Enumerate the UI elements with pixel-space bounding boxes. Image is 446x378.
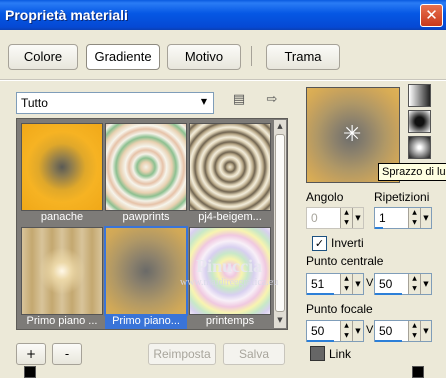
category-dropdown[interactable]: Tutto ▼: [16, 92, 214, 114]
spin-bar: [375, 293, 402, 295]
sunburst-style-icon[interactable]: [408, 136, 431, 159]
focal-h-value: 50: [311, 324, 325, 338]
center-v-spinner[interactable]: 50 ▲ ▼ ▼: [374, 273, 432, 295]
gradient-swatch: [21, 227, 103, 315]
dropdown-icon[interactable]: ▼: [420, 274, 431, 294]
link-label: Link: [329, 347, 352, 361]
checkmark-icon: ✓: [314, 237, 325, 250]
center-crosshair-icon[interactable]: ✳: [343, 122, 361, 147]
tab-motivo[interactable]: Motivo: [167, 44, 241, 70]
gallery-item-label: Primo piano...: [105, 315, 187, 329]
center-h-spinner[interactable]: 51 ▲ ▼ ▼: [306, 273, 364, 295]
stepper-icon[interactable]: ▲ ▼: [408, 274, 420, 294]
corner-icon: [24, 366, 36, 378]
rectangular-style-icon[interactable]: [408, 110, 431, 133]
focal-point-label: Punto focale: [306, 302, 373, 316]
watermark-title: Pinuccia: [196, 256, 263, 276]
tab-trama[interactable]: Trama: [266, 44, 340, 70]
repeats-label: Ripetizioni: [374, 190, 430, 204]
gradient-swatch: [21, 123, 103, 211]
gallery-item-label: pawprints: [122, 211, 170, 223]
focal-h-spinner[interactable]: 50 ▲ ▼ ▼: [306, 320, 364, 342]
invert-checkbox[interactable]: ✓: [312, 236, 327, 251]
dropdown-icon[interactable]: ▼: [352, 208, 363, 228]
save-button[interactable]: Salva: [223, 343, 285, 365]
add-button[interactable]: +: [16, 343, 46, 365]
tab-gradiente[interactable]: Gradiente: [86, 44, 160, 70]
focal-v-spinner[interactable]: 50 ▲ ▼ ▼: [374, 320, 432, 342]
stepper-icon[interactable]: ▲ ▼: [408, 208, 420, 228]
watermark-url: www.maidireegrafica.eu: [180, 277, 279, 288]
repeats-value: 1: [379, 211, 386, 225]
linear-style-icon[interactable]: [408, 84, 431, 107]
dropdown-icon[interactable]: ▼: [420, 321, 431, 341]
invert-label: Inverti: [331, 236, 364, 250]
tab-strip: Colore Gradiente Motivo Trama: [0, 36, 446, 74]
center-h-value: 51: [311, 277, 325, 291]
gallery-item-label: panache: [40, 211, 84, 223]
title-bar: Proprietà materiali ✕: [0, 0, 446, 30]
stepper-icon[interactable]: ▲ ▼: [340, 208, 352, 228]
center-v-value: 50: [379, 277, 393, 291]
link-checkbox[interactable]: [310, 346, 325, 361]
angle-label: Angolo: [306, 190, 344, 204]
watermark: Pinuccia www.maidireegrafica.eu: [180, 256, 278, 288]
dropdown-icon[interactable]: ▼: [352, 274, 363, 294]
stepper-icon[interactable]: ▲ ▼: [340, 274, 352, 294]
gallery-item-label: printemps: [205, 315, 255, 327]
swatch-options-icon[interactable]: ▤: [230, 92, 248, 108]
gallery-item-label: pj4-beigem...: [198, 211, 262, 223]
spin-bar: [307, 340, 334, 342]
stepper-icon[interactable]: ▲ ▼: [408, 321, 420, 341]
dropdown-icon[interactable]: ▼: [420, 208, 431, 228]
tab-colore[interactable]: Colore: [8, 44, 78, 70]
stepper-icon[interactable]: ▲ ▼: [340, 321, 352, 341]
gallery-scrollbar[interactable]: ▲ ▼: [274, 120, 286, 328]
center-point-label: Punto centrale: [306, 254, 384, 268]
close-icon: ✕: [425, 6, 438, 24]
tooltip: Sprazzo di luce: [378, 163, 446, 181]
gallery-item-label: Primo piano ...: [26, 315, 98, 327]
close-button[interactable]: ✕: [420, 4, 443, 27]
scroll-up-icon[interactable]: ▲: [275, 122, 285, 132]
spin-bar: [375, 340, 402, 342]
corner-icon: [412, 366, 424, 378]
scroll-down-icon[interactable]: ▼: [275, 316, 285, 326]
gradient-swatch: [105, 123, 187, 211]
gradient-swatch: [104, 226, 188, 316]
remove-button[interactable]: -: [52, 343, 82, 365]
spin-bar: [307, 293, 334, 295]
gradient-gallery: panache pawprints pj4-beigem... Primo pi…: [16, 118, 288, 330]
angle-value: 0: [311, 211, 318, 225]
focal-v-value: 50: [379, 324, 393, 338]
divider-highlight: [0, 80, 446, 81]
chevron-down-icon: ▼: [200, 97, 208, 106]
repeats-spinner[interactable]: 1 ▲ ▼ ▼: [374, 207, 432, 229]
tab-separator: [251, 46, 252, 66]
arrow-right-icon[interactable]: ⇨: [263, 92, 281, 108]
reset-button[interactable]: Reimposta: [148, 343, 216, 365]
angle-spinner[interactable]: 0 ▲ ▼ ▼: [306, 207, 364, 229]
spin-bar: [375, 227, 383, 229]
gradient-swatch: [189, 123, 271, 211]
center-v-label: V: [366, 277, 374, 289]
window-title: Proprietà materiali: [5, 7, 128, 23]
category-value: Tutto: [21, 96, 48, 110]
focal-v-label: V: [366, 324, 374, 336]
dropdown-icon[interactable]: ▼: [352, 321, 363, 341]
